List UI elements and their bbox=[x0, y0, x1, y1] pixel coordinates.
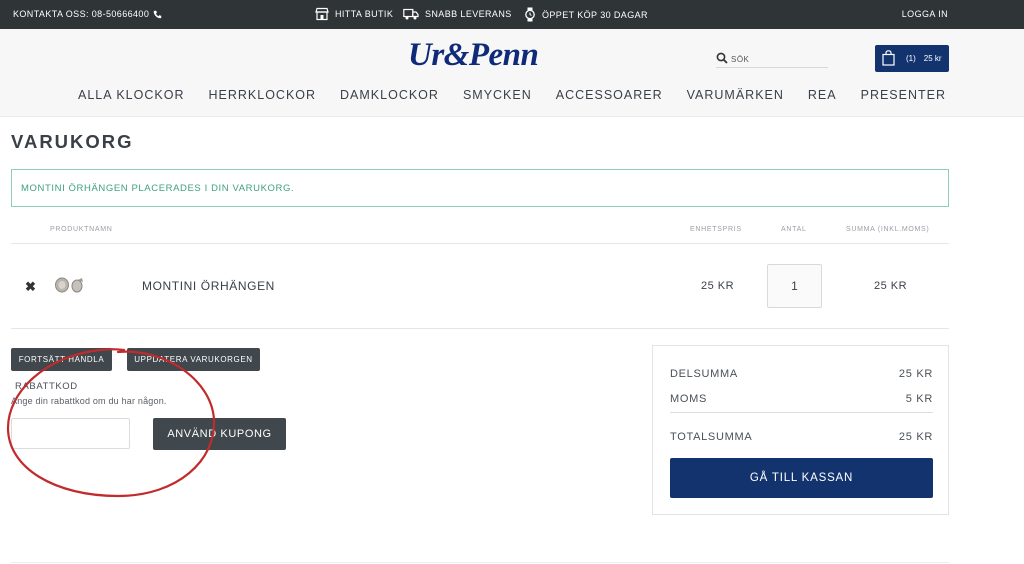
quantity-input[interactable] bbox=[767, 264, 822, 308]
find-store-link[interactable]: HITTA BUTIK bbox=[315, 7, 393, 21]
contact-info[interactable]: KONTAKTA OSS: 08-50666400 bbox=[13, 9, 162, 19]
login-link[interactable]: LOGGA IN bbox=[902, 9, 948, 19]
continue-shopping-button[interactable]: FORTSÄTT HANDLA bbox=[11, 348, 112, 371]
nav-item-all-watches[interactable]: ALLA KLOCKOR bbox=[78, 88, 185, 102]
column-header-product: PRODUKTNAMN bbox=[50, 226, 113, 233]
subtotal-label: DELSUMMA bbox=[670, 368, 738, 380]
row-sum: 25 KR bbox=[874, 280, 908, 292]
shopping-bag-icon bbox=[882, 49, 895, 68]
column-header-sum: SUMMA (INKL.MOMS) bbox=[846, 226, 930, 233]
coupon-label: RABATTKOD bbox=[15, 381, 78, 392]
vat-label: MOMS bbox=[670, 393, 708, 405]
site-header: Ur&Penn (1) 25 kr ALLA KLOCKOR HERRKLOCK… bbox=[0, 29, 1024, 117]
truck-icon bbox=[403, 7, 419, 21]
search-input[interactable] bbox=[731, 55, 821, 64]
store-text: HITTA BUTIK bbox=[335, 9, 394, 19]
cart-total: 25 kr bbox=[923, 54, 942, 63]
divider bbox=[670, 412, 933, 413]
update-cart-button[interactable]: UPPDATERA VARUKORGEN bbox=[127, 348, 260, 371]
divider bbox=[11, 243, 949, 244]
column-header-quantity: ANTAL bbox=[781, 226, 807, 233]
total-value: 25 KR bbox=[898, 431, 933, 443]
subtotal-row: DELSUMMA 25 KR bbox=[670, 368, 933, 380]
column-header-unit-price: ENHETSPRIS bbox=[690, 226, 742, 233]
nav-item-brands[interactable]: VARUMÄRKEN bbox=[687, 88, 784, 102]
search-icon[interactable] bbox=[716, 51, 728, 69]
vat-value: 5 KR bbox=[905, 393, 933, 405]
page-title: VARUKORG bbox=[11, 131, 134, 152]
top-bar: KONTAKTA OSS: 08-50666400 HITTA BUTIK SN… bbox=[0, 0, 1024, 29]
shipping-link[interactable]: SNABB LEVERANS bbox=[403, 7, 512, 21]
nav-item-jewelry[interactable]: SMYCKEN bbox=[463, 88, 532, 102]
vat-row: MOMS 5 KR bbox=[670, 393, 933, 405]
contact-text: KONTAKTA OSS: 08-50666400 bbox=[13, 9, 150, 19]
nav-item-mens-watches[interactable]: HERRKLOCKOR bbox=[208, 88, 316, 102]
nav-item-sale[interactable]: REA bbox=[808, 88, 837, 102]
coupon-code-input[interactable] bbox=[11, 418, 130, 449]
main-navigation: ALLA KLOCKOR HERRKLOCKOR DAMKLOCKOR SMYC… bbox=[0, 88, 1024, 102]
site-logo[interactable]: Ur&Penn bbox=[408, 37, 539, 74]
divider bbox=[11, 562, 949, 563]
checkout-button[interactable]: GÅ TILL KASSAN bbox=[670, 458, 933, 498]
shipping-text: SNABB LEVERANS bbox=[425, 9, 512, 19]
search-bar bbox=[716, 52, 828, 68]
mini-cart-button[interactable]: (1) 25 kr bbox=[875, 45, 949, 72]
store-icon bbox=[315, 7, 329, 21]
subtotal-value: 25 KR bbox=[898, 368, 933, 380]
phone-icon bbox=[153, 10, 162, 19]
close-icon[interactable]: ✖ bbox=[25, 279, 36, 295]
total-label: TOTALSUMMA bbox=[670, 431, 753, 443]
cart-count: (1) bbox=[906, 54, 916, 63]
nav-item-accessories[interactable]: ACCESSOARER bbox=[556, 88, 663, 102]
open-purchase-text: ÖPPET KÖP 30 DAGAR bbox=[542, 9, 648, 20]
nav-item-womens-watches[interactable]: DAMKLOCKOR bbox=[340, 88, 439, 102]
open-purchase-link[interactable]: ÖPPET KÖP 30 DAGAR bbox=[524, 7, 648, 22]
unit-price: 25 KR bbox=[701, 280, 735, 292]
coupon-help-text: Ange din rabattkod om du har någon. bbox=[11, 396, 167, 406]
product-name[interactable]: MONTINI ÖRHÄNGEN bbox=[142, 279, 275, 293]
success-notice: MONTINI ÖRHÄNGEN PLACERADES I DIN VARUKO… bbox=[11, 169, 949, 207]
nav-item-gifts[interactable]: PRESENTER bbox=[861, 88, 946, 102]
divider bbox=[11, 328, 949, 329]
watch-icon bbox=[524, 7, 536, 22]
order-summary: DELSUMMA 25 KR MOMS 5 KR TOTALSUMMA 25 K… bbox=[652, 345, 949, 515]
product-thumbnail[interactable] bbox=[53, 276, 89, 294]
total-row: TOTALSUMMA 25 KR bbox=[670, 431, 933, 443]
apply-coupon-button[interactable]: ANVÄND KUPONG bbox=[153, 418, 286, 450]
